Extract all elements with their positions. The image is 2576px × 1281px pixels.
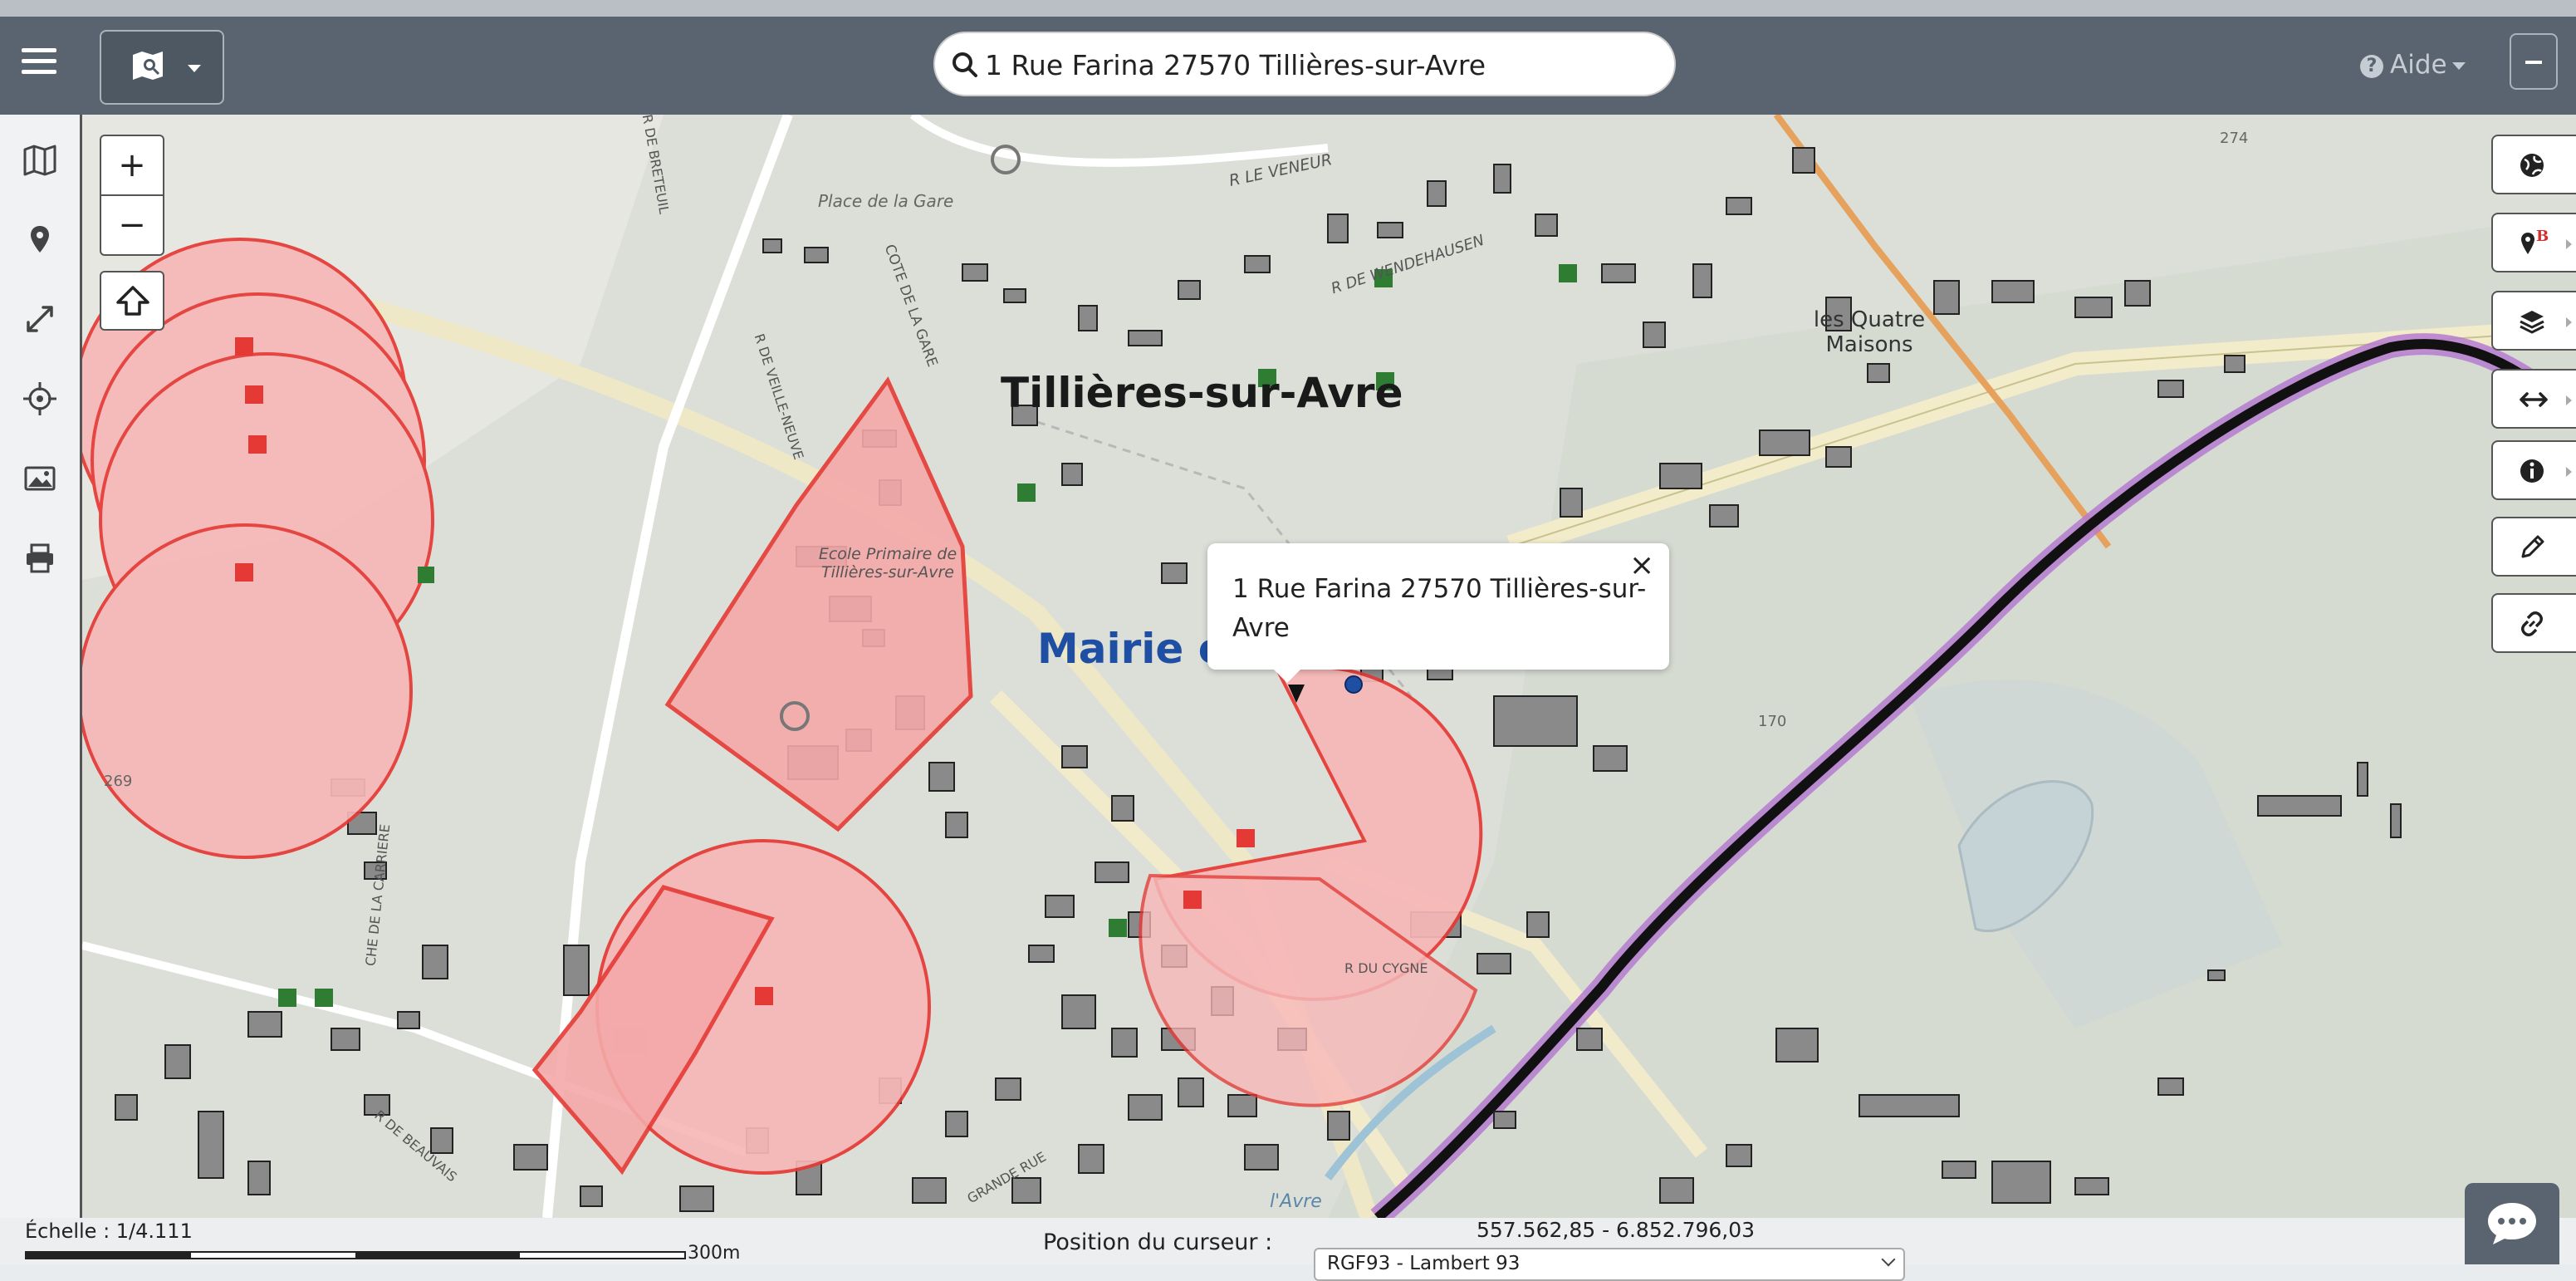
- left-sidebar: [0, 115, 82, 1218]
- tool-basemap-button[interactable]: [2491, 135, 2576, 194]
- cursor-position-value: 557.562,85 - 6.852.796,03: [1477, 1218, 1756, 1242]
- svg-text:B: B: [2536, 229, 2549, 245]
- layers-icon: [2520, 311, 2544, 334]
- chevron-right-icon: [2566, 467, 2572, 477]
- sidebar-map-button[interactable]: [20, 140, 60, 179]
- chevron-down-icon: [188, 65, 201, 72]
- globe-icon: [2520, 154, 2544, 177]
- map-search-icon: [133, 52, 163, 80]
- chevron-right-icon: [2566, 317, 2572, 327]
- info-circle-icon: [2520, 459, 2544, 483]
- scale-label: Échelle : 1/4.111: [25, 1220, 193, 1243]
- map-marker-icon: [31, 226, 49, 253]
- label-lot-274: 274: [2220, 130, 2249, 147]
- pencil-icon: [2521, 535, 2544, 558]
- help-dropdown[interactable]: ? Aide: [2360, 50, 2466, 80]
- tool-bookmark-location-button[interactable]: B: [2491, 213, 2576, 272]
- chat-bubble-icon: [2488, 1203, 2536, 1244]
- minus-icon: [2525, 61, 2542, 64]
- sidebar-location-button[interactable]: [20, 219, 60, 259]
- search-input[interactable]: [983, 42, 1651, 88]
- label-place-gare: Place de la Gare: [818, 191, 954, 211]
- chevron-right-icon: [2566, 395, 2572, 405]
- chevron-down-icon: [2451, 62, 2466, 70]
- basemap-selector-button[interactable]: [100, 30, 224, 105]
- label-quatre-maisons: les Quatre Maisons: [1813, 307, 1926, 357]
- search-icon: [953, 52, 977, 77]
- sidebar-fullscreen-button[interactable]: [20, 299, 60, 339]
- scale-bar: [25, 1251, 686, 1259]
- label-lot-269: 269: [104, 773, 133, 790]
- chat-button[interactable]: [2465, 1183, 2559, 1264]
- horizontal-arrows-icon: [2520, 392, 2548, 407]
- label-lot-170: 170: [1758, 713, 1787, 730]
- status-footer: Échelle : 1/4.111 300m Position du curse…: [0, 1218, 2576, 1281]
- zoom-control: + −: [100, 135, 164, 256]
- cursor-position-label: Position du curseur :: [1043, 1229, 1273, 1255]
- home-arrow-icon: [116, 286, 149, 316]
- tool-layers-button[interactable]: [2491, 291, 2576, 351]
- tool-measure-button[interactable]: [2491, 369, 2576, 429]
- popup-text: 1 Rue Farina 27570 Tillières-sur-Avre: [1232, 574, 1647, 643]
- sidebar-geolocate-button[interactable]: [20, 379, 60, 419]
- address-search-box[interactable]: [933, 32, 1676, 96]
- expand-arrows-icon: [27, 306, 53, 332]
- window-top-strip: [0, 0, 2576, 17]
- label-r-cygne: R DU CYGNE: [1344, 960, 1428, 976]
- help-label: Aide: [2390, 50, 2447, 80]
- collapse-header-button[interactable]: [2510, 33, 2558, 90]
- label-ecole: Ecole Primaire de Tillières-sur-Avre: [818, 545, 957, 582]
- image-icon: [24, 466, 56, 491]
- label-mairie: Mairie c: [1037, 625, 1223, 673]
- tool-info-button[interactable]: [2491, 440, 2576, 500]
- crosshairs-icon: [23, 382, 56, 415]
- zoom-in-button[interactable]: +: [101, 136, 163, 194]
- zoom-out-button[interactable]: −: [101, 194, 163, 254]
- tool-share-link-button[interactable]: [2491, 593, 2576, 653]
- chevron-right-icon: [2566, 239, 2572, 249]
- initial-extent-button[interactable]: [100, 271, 164, 331]
- question-circle-icon: ?: [2360, 54, 2383, 78]
- tool-draw-button[interactable]: [2491, 517, 2576, 577]
- popup-close-icon[interactable]: ×: [1629, 548, 1654, 582]
- label-lavre: l'Avre: [1270, 1191, 1322, 1212]
- sidebar-print-button[interactable]: [20, 538, 60, 578]
- sidebar-image-button[interactable]: [20, 459, 60, 498]
- label-town: Tillières-sur-Avre: [1001, 369, 1403, 417]
- projection-select[interactable]: RGF93 - Lambert 93: [1314, 1248, 1905, 1281]
- map-icon: [23, 145, 56, 176]
- address-popup: 1 Rue Farina 27570 Tillières-sur-Avre ×: [1207, 543, 1669, 683]
- projection-selected: RGF93 - Lambert 93: [1327, 1253, 1521, 1274]
- scale-bar-segment: [355, 1253, 520, 1258]
- printer-icon: [27, 543, 53, 573]
- scale-end-label: 300m: [688, 1243, 741, 1264]
- menu-hamburger-icon[interactable]: [22, 48, 56, 75]
- marker-b-icon: B: [2521, 229, 2549, 254]
- link-icon: [2521, 611, 2543, 636]
- scale-bar-segment: [27, 1253, 191, 1258]
